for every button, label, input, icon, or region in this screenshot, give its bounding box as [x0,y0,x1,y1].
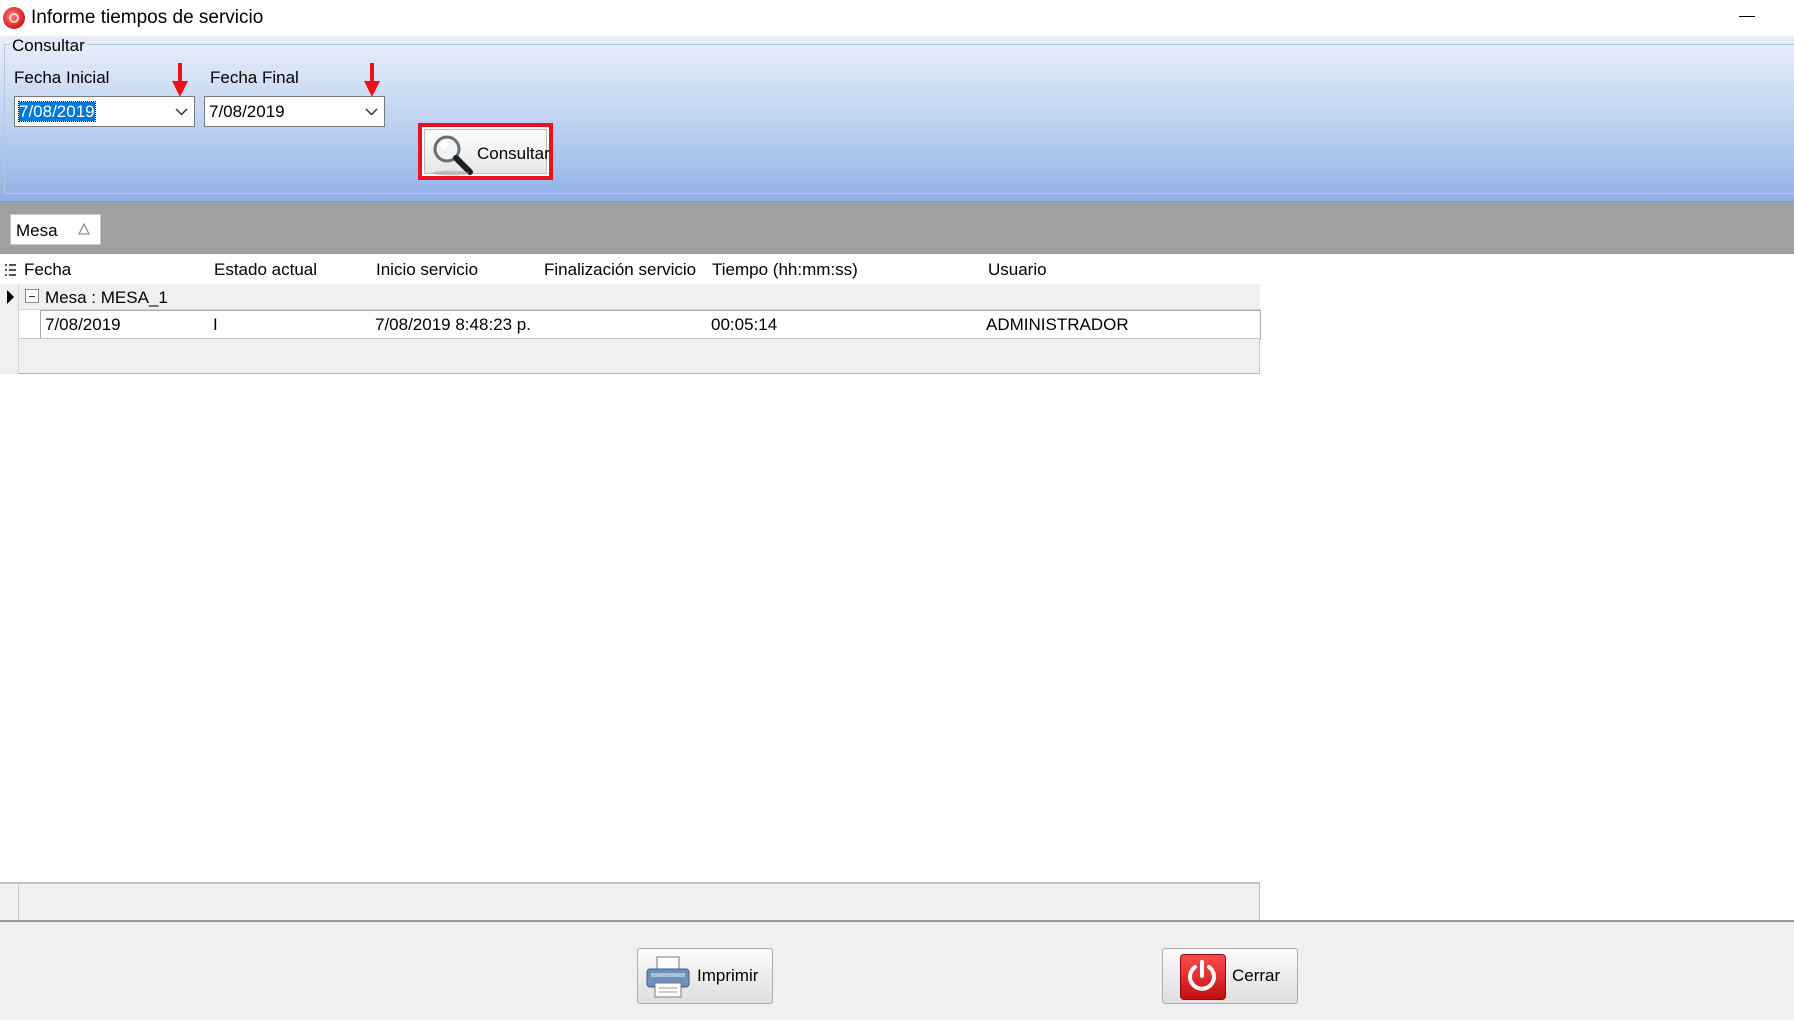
column-header-estado-actual[interactable]: Estado actual [214,260,317,279]
consultar-button[interactable]: Consultar [418,123,553,180]
column-header-finalizacion-servicio[interactable]: Finalización servicio [544,260,696,279]
collapse-icon[interactable] [25,289,39,303]
cell-inicio-servicio-text: 7/08/2019 8:48:23 p. [375,315,531,334]
column-header-fecha[interactable]: Fecha [24,260,71,279]
cell-tiempo[interactable]: 00:05:14 [707,310,983,340]
bottom-panel [0,920,1794,1020]
group-footer [19,338,1260,374]
fecha-inicial-date-picker[interactable]: 7/08/2019 [14,96,195,127]
cell-estado-actual-text: I [213,315,218,334]
cerrar-label: Cerrar [1232,966,1281,985]
title-bar [0,0,1794,36]
groupby-panel [0,202,1794,254]
magnifier-icon [433,135,473,176]
groupby-chip-label: Mesa [16,221,58,240]
table-row[interactable]: 7/08/2019 I 7/08/2019 8:48:23 p. 00:05:1… [40,310,1261,340]
fecha-inicial-label: Fecha Inicial [14,68,110,87]
groupby-chip-mesa[interactable]: Mesa [10,214,101,245]
fecha-inicial-value[interactable]: 7/08/2019 [18,101,96,122]
group-row[interactable] [19,284,1260,310]
cell-finalizacion-servicio[interactable] [539,310,708,340]
window-title: Informe tiempos de servicio [31,7,264,28]
power-icon [1180,954,1226,1000]
imprimir-button[interactable]: Imprimir [637,948,773,1004]
column-chooser-icon[interactable] [5,263,16,277]
imprimir-label: Imprimir [697,966,759,985]
consultar-button-face[interactable]: Consultar [424,129,550,176]
grid-footer-indicator [0,884,19,920]
current-row-indicator-icon [7,290,14,304]
red-arrow-icon [172,63,188,97]
cell-usuario-text: ADMINISTRADOR [986,315,1129,334]
app-icon [3,7,25,29]
cell-inicio-servicio[interactable]: 7/08/2019 8:48:23 p. [371,310,540,340]
group-row-label: Mesa : MESA_1 [45,288,168,307]
sort-ascending-icon [78,223,90,235]
fecha-final-value[interactable]: 7/08/2019 [209,102,285,121]
consultar-label: Consultar [477,144,550,163]
chevron-down-icon[interactable] [175,105,188,118]
cell-fecha-text: 7/08/2019 [45,315,121,334]
minimize-button[interactable] [1730,0,1776,34]
fecha-final-date-picker[interactable]: 7/08/2019 [204,96,385,127]
cerrar-button[interactable]: Cerrar [1162,948,1298,1004]
fecha-final-label: Fecha Final [210,68,299,87]
red-arrow-icon [364,63,380,97]
column-header-inicio-servicio[interactable]: Inicio servicio [376,260,478,279]
query-group-label: Consultar [10,36,87,55]
cell-fecha[interactable]: 7/08/2019 [40,310,211,340]
chevron-down-icon[interactable] [365,105,378,118]
printer-icon [646,956,690,998]
cell-tiempo-text: 00:05:14 [711,315,778,334]
grid-footer [0,882,1260,920]
column-header-tiempo[interactable]: Tiempo (hh:mm:ss) [712,260,858,279]
grid-header: Fecha Estado actual Inicio servicio Fina… [0,254,1260,284]
cell-usuario[interactable]: ADMINISTRADOR [982,310,1261,340]
column-header-usuario[interactable]: Usuario [988,260,1047,279]
cell-estado-actual[interactable]: I [209,310,372,340]
